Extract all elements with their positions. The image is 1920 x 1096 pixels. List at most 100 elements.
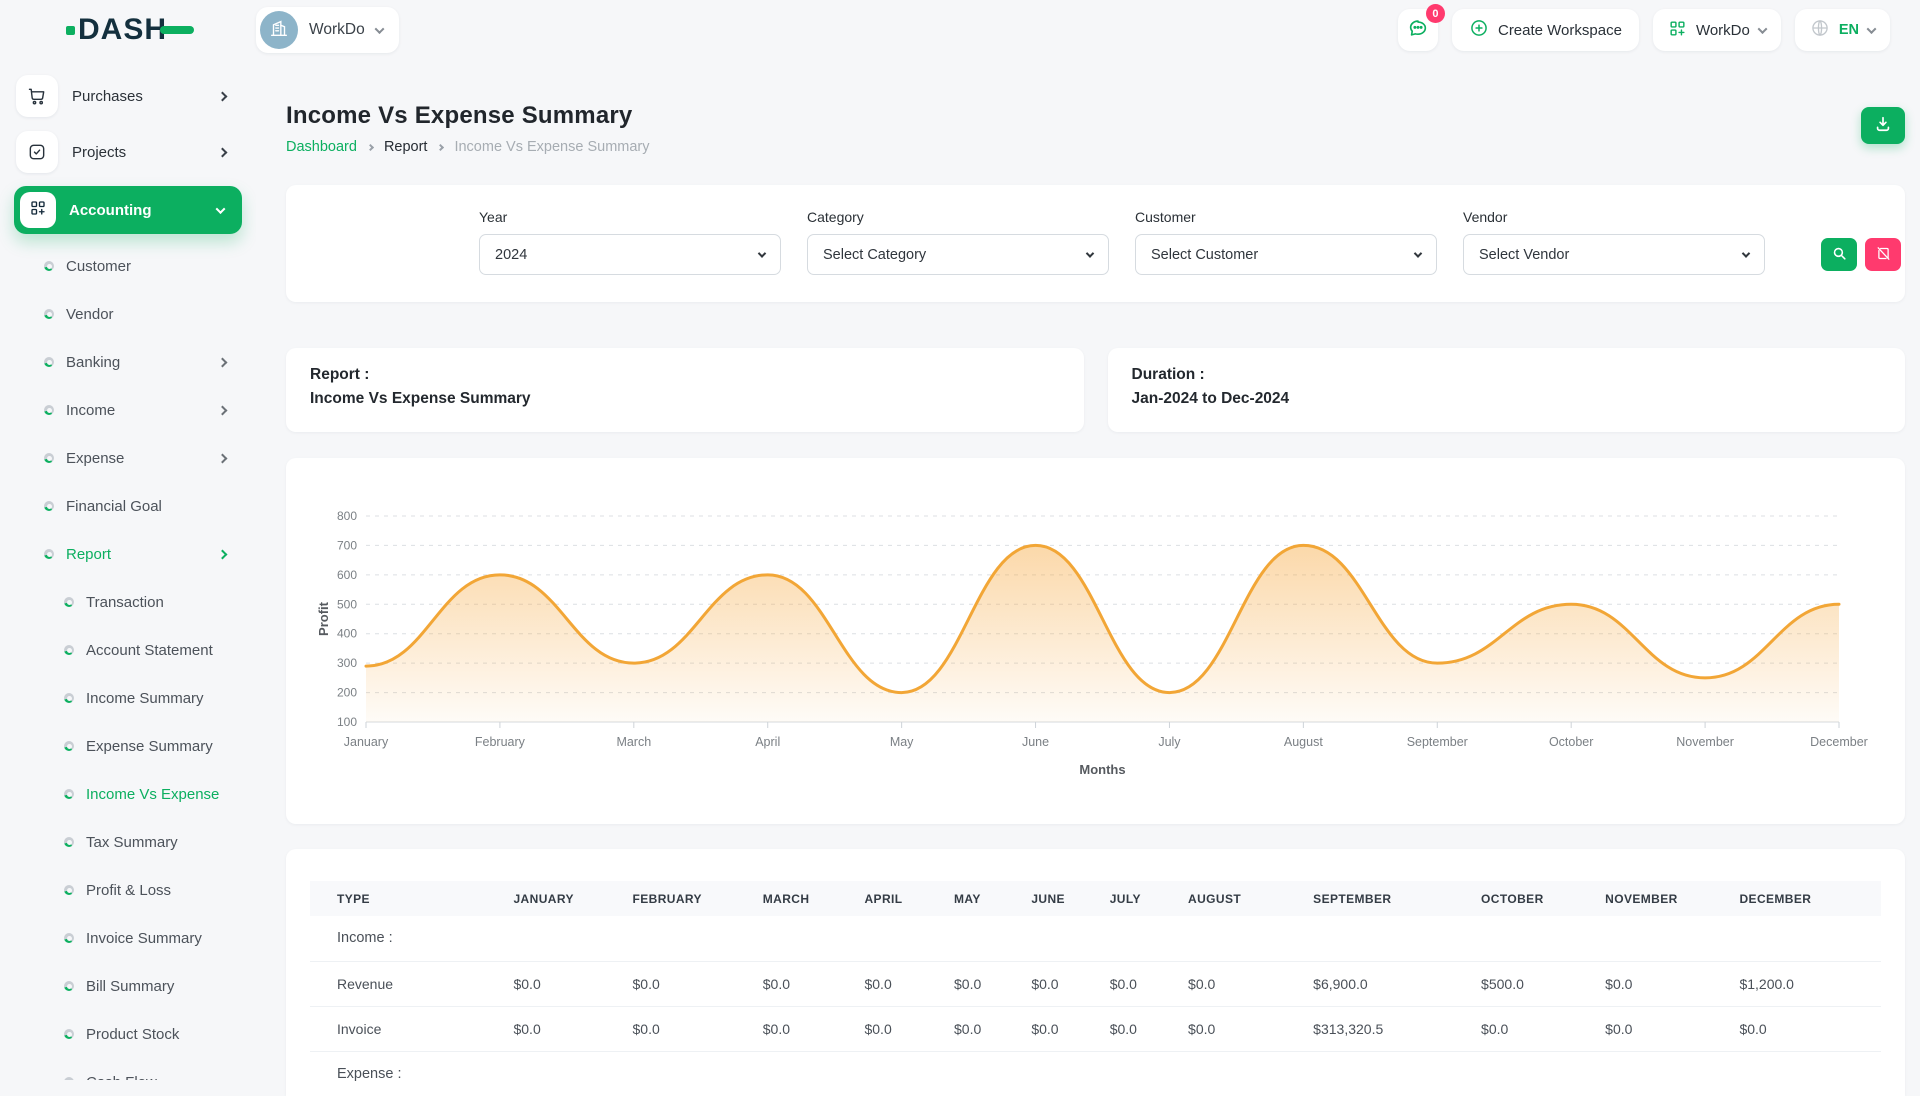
sidebar-item-customer[interactable]: Customer — [0, 242, 256, 290]
filter-card: Year2024CategorySelect CategoryCustomerS… — [286, 185, 1905, 302]
sidebar-item-banking[interactable]: Banking — [0, 338, 256, 386]
report-card-title: Report : — [310, 366, 1060, 384]
sidebar-item-income[interactable]: Income — [0, 386, 256, 434]
svg-text:500: 500 — [337, 597, 357, 611]
chevron-down-icon — [1757, 24, 1767, 34]
chevron-right-icon — [367, 143, 374, 150]
grid-icon — [29, 199, 47, 222]
sidebar-item-label: Cash Flow — [86, 1074, 157, 1081]
reset-filter-button[interactable] — [1865, 238, 1901, 271]
workspace-switcher[interactable]: WorkDo — [256, 7, 399, 53]
svg-text:400: 400 — [337, 627, 357, 641]
search-icon — [1831, 245, 1848, 265]
sidebar-item-account-statement[interactable]: Account Statement — [0, 626, 256, 674]
svg-text:October: October — [1549, 735, 1593, 749]
breadcrumb-report[interactable]: Report — [384, 139, 428, 155]
language-selector[interactable]: EN — [1795, 9, 1890, 51]
sidebar-item-financial-goal[interactable]: Financial Goal — [0, 482, 256, 530]
sidebar-item-label: Income Summary — [86, 690, 204, 707]
sidebar-item-label: Customer — [66, 258, 131, 275]
sidebar-item-transaction[interactable]: Transaction — [0, 578, 256, 626]
category-select[interactable]: Select Category — [807, 234, 1109, 275]
customer-select[interactable]: Select Customer — [1135, 234, 1437, 275]
sidebar-item-invoice-summary[interactable]: Invoice Summary — [0, 914, 256, 962]
title-block: Income Vs Expense Summary Dashboard Repo… — [286, 102, 650, 155]
column-header-february: FEBRUARY — [633, 881, 763, 916]
sidebar-item-expense[interactable]: Expense — [0, 434, 256, 482]
sidebar-item-vendor[interactable]: Vendor — [0, 290, 256, 338]
sidebar-item-income-vs-expense[interactable]: Income Vs Expense — [0, 770, 256, 818]
apply-filter-button[interactable] — [1821, 238, 1857, 271]
breadcrumb-current: Income Vs Expense Summary — [454, 139, 649, 155]
svg-text:December: December — [1810, 735, 1868, 749]
svg-text:August: August — [1284, 735, 1323, 749]
breadcrumb-dashboard[interactable]: Dashboard — [286, 139, 357, 155]
svg-text:600: 600 — [337, 568, 357, 582]
messages-badge: 0 — [1426, 4, 1445, 23]
bullet-icon — [64, 741, 74, 751]
svg-text:February: February — [475, 735, 526, 749]
chevron-down-icon — [1867, 24, 1877, 34]
sidebar-item-label: Transaction — [86, 594, 164, 611]
workdo-menu-button[interactable]: WorkDo — [1653, 9, 1781, 51]
sidebar-top-items: Purchases Projects — [0, 74, 256, 174]
cell-value: $0.0 — [1739, 1006, 1881, 1051]
cell-value: $0.0 — [513, 1006, 632, 1051]
sidebar-item-label: Banking — [66, 354, 120, 371]
globe-icon — [1810, 18, 1830, 43]
sidebar-item-label: Bill Summary — [86, 978, 174, 995]
bullet-icon — [64, 645, 74, 655]
sidebar-item-accounting[interactable]: Accounting — [14, 186, 242, 234]
svg-text:Months: Months — [1079, 762, 1125, 777]
dash-logo[interactable]: DASH — [66, 15, 194, 45]
row-type: Invoice — [310, 1006, 513, 1051]
logo-text: DASH — [78, 15, 167, 45]
apps-grid-icon — [1668, 19, 1687, 42]
year-select[interactable]: 2024 — [479, 234, 781, 275]
messages-button[interactable]: 0 — [1398, 9, 1438, 51]
sidebar-item-purchases[interactable]: Purchases — [16, 74, 240, 118]
sidebar-item-label: Expense Summary — [86, 738, 213, 755]
sidebar-item-report[interactable]: Report — [0, 530, 256, 578]
vendor-select[interactable]: Select Vendor — [1463, 234, 1765, 275]
report-card-value: Income Vs Expense Summary — [310, 390, 1060, 408]
cell-value: $0.0 — [763, 1006, 865, 1051]
chevron-down-icon — [758, 249, 766, 257]
chevron-down-icon — [1414, 249, 1422, 257]
bullet-icon — [44, 357, 54, 367]
duration-card-value: Jan-2024 to Dec-2024 — [1132, 390, 1882, 408]
cell-value: $0.0 — [954, 1006, 1031, 1051]
sidebar-item-label: Expense — [66, 450, 124, 467]
sidebar-item-income-summary[interactable]: Income Summary — [0, 674, 256, 722]
table-group-row: Expense : — [310, 1051, 1881, 1096]
sidebar-item-expense-summary[interactable]: Expense Summary — [0, 722, 256, 770]
bullet-icon — [44, 261, 54, 271]
sidebar-item-product-stock[interactable]: Product Stock — [0, 1010, 256, 1058]
chevron-down-icon — [374, 24, 384, 34]
row-type: Revenue — [310, 961, 513, 1006]
income-expense-table-card: TYPEJANUARYFEBRUARYMARCHAPRILMAYJUNEJULY… — [286, 849, 1905, 1096]
cell-value: $0.0 — [1605, 1006, 1739, 1051]
filter-label: Vendor — [1463, 209, 1765, 225]
download-button[interactable] — [1861, 107, 1905, 144]
language-label: EN — [1839, 22, 1859, 38]
svg-text:Profit: Profit — [316, 601, 331, 636]
sidebar-item-tax-summary[interactable]: Tax Summary — [0, 818, 256, 866]
sidebar-item-label: Invoice Summary — [86, 930, 202, 947]
svg-text:200: 200 — [337, 686, 357, 700]
sidebar-item-profit-loss[interactable]: Profit & Loss — [0, 866, 256, 914]
create-workspace-button[interactable]: Create Workspace — [1452, 9, 1639, 51]
sidebar-item-label: Accounting — [69, 202, 152, 219]
svg-text:100: 100 — [337, 715, 357, 729]
sidebar-item-label: Purchases — [72, 88, 143, 105]
sidebar-item-bill-summary[interactable]: Bill Summary — [0, 962, 256, 1010]
sidebar-item-cash-flow[interactable]: Cash Flow — [0, 1058, 256, 1080]
page-title: Income Vs Expense Summary — [286, 102, 650, 130]
table-group-label: Expense : — [310, 1051, 1881, 1096]
duration-card: Duration : Jan-2024 to Dec-2024 — [1108, 348, 1906, 432]
cell-value: $0.0 — [763, 961, 865, 1006]
building-icon — [268, 17, 290, 44]
sidebar-item-projects[interactable]: Projects — [16, 130, 240, 174]
sidebar-item-label: Financial Goal — [66, 498, 162, 515]
bullet-icon — [44, 453, 54, 463]
